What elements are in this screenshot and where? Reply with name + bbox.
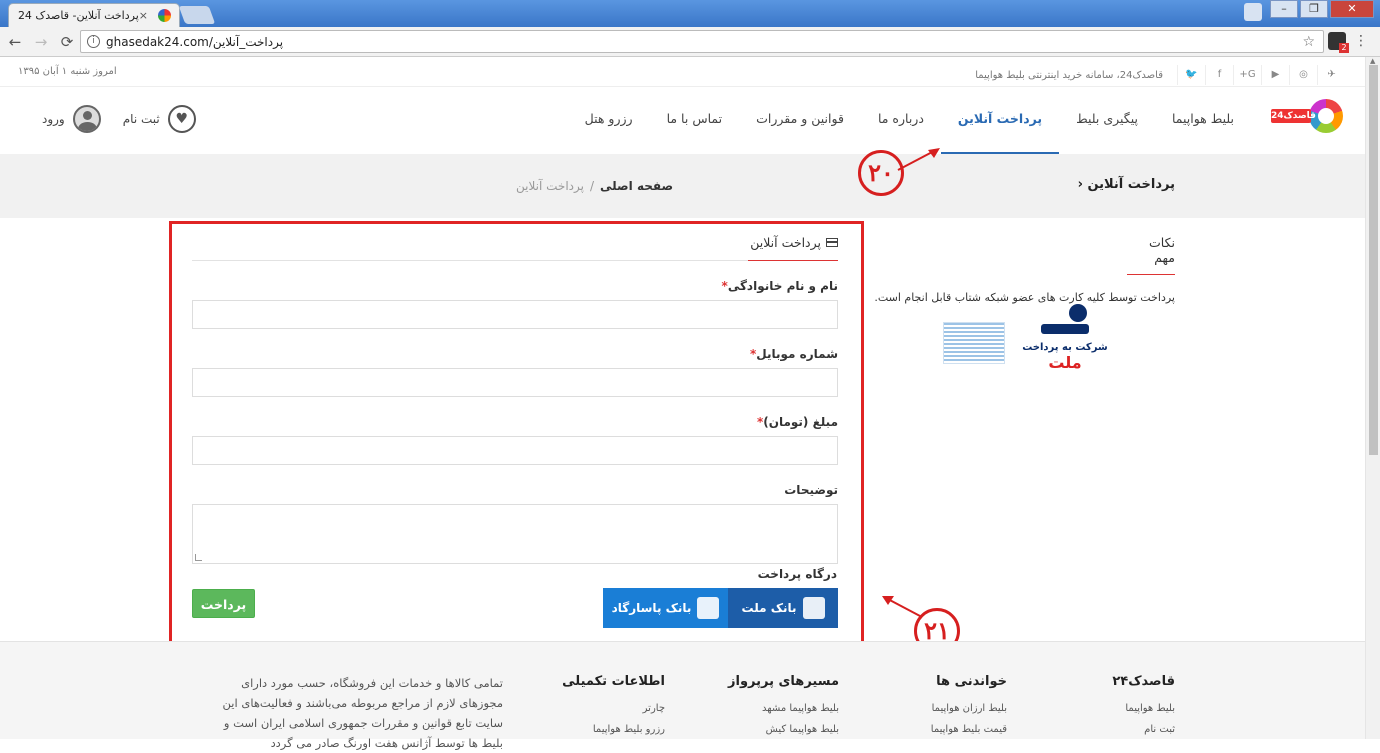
- mobile-label: شماره موبایل*: [750, 347, 838, 361]
- important-notes: نکات مهم پرداخت توسط کلیه کارت های عضو ش…: [874, 232, 1175, 304]
- auth-links: ورود ثبت نام ♥: [42, 105, 196, 133]
- main-navigation: قاصدک24 بلیط هواپیما پیگیری بلیط پرداخت …: [0, 87, 1365, 154]
- footer-col-info: اطلاعات تکمیلی چارتر رزرو بلیط هواپیما: [562, 674, 665, 735]
- twitter-icon[interactable]: 🐦: [1177, 65, 1205, 85]
- topbar-right: ✈ ◎ ▶ G+ f 🐦 قاصدک24، سامانه خرید اینترن…: [975, 65, 1345, 85]
- googleplus-icon[interactable]: G+: [1233, 65, 1261, 85]
- maximize-button[interactable]: ❐: [1300, 0, 1328, 18]
- breadcrumb-home[interactable]: صفحه اصلی: [600, 179, 673, 193]
- payment-gateways: بانک ملت بانک پاسارگاد: [603, 588, 838, 628]
- mellat-logo: شرکت به پرداخت ملت: [1020, 302, 1110, 386]
- breadcrumb: صفحه اصلی / پرداخت آنلاین: [516, 179, 673, 193]
- site-logo[interactable]: قاصدک24: [1271, 99, 1343, 133]
- url-bar[interactable]: i ghasedak24.com/پرداخت_آنلاین ☆: [80, 30, 1324, 53]
- footer-col-reading: خواندنی ها بلیط ارزان هواپیما قیمت بلیط …: [930, 674, 1007, 735]
- description-label: توضیحات: [784, 483, 838, 497]
- profile-icon[interactable]: [1244, 3, 1262, 21]
- gateway-mellat-button[interactable]: بانک ملت: [728, 588, 838, 628]
- annotation-20: ۲۰: [858, 150, 904, 196]
- today-date: امروز شنبه ۱ آبان ۱۳۹۵: [18, 66, 117, 77]
- footer-col-routes: مسیرهای پرپرواز بلیط هواپیما مشهد بلیط ه…: [728, 674, 839, 735]
- footer-link[interactable]: بلیط ارزان هواپیما: [931, 703, 1007, 714]
- pay-button[interactable]: پرداخت: [192, 589, 255, 618]
- breadcrumb-current: پرداخت آنلاین: [516, 179, 584, 193]
- browser-tab[interactable]: × پرداخت آنلاین- قاصدک 24: [8, 3, 180, 27]
- footer-link[interactable]: بلیط هواپیما کیش: [728, 724, 839, 735]
- telegram-icon[interactable]: ✈: [1317, 65, 1345, 85]
- address-toolbar: ← → ⟳ i ghasedak24.com/پرداخت_آنلاین ☆ ⋮: [0, 27, 1380, 57]
- forward-button[interactable]: →: [30, 33, 52, 51]
- form-header: پرداخت آنلاین: [192, 232, 838, 261]
- user-avatar-icon[interactable]: [72, 105, 101, 133]
- mellat-bank-icon: [802, 597, 825, 619]
- pasargad-bank-icon: [697, 597, 720, 619]
- mobile-input[interactable]: [192, 368, 838, 397]
- footer-link[interactable]: چارتر: [562, 703, 665, 714]
- extension-icon[interactable]: [1328, 32, 1349, 53]
- new-tab-button[interactable]: [178, 6, 216, 24]
- nav-item-hotel[interactable]: رزرو هتل: [568, 87, 650, 154]
- footer-col-ghasedak: قاصدک۲۴ بلیط هواپیما ثبت نام: [1112, 674, 1175, 735]
- amount-input[interactable]: [192, 436, 838, 465]
- login-link[interactable]: ورود: [42, 112, 65, 126]
- site-info-icon[interactable]: i: [87, 35, 100, 48]
- site-topbar: امروز شنبه ۱ آبان ۱۳۹۵ ✈ ◎ ▶ G+ f 🐦 قاصد…: [0, 57, 1365, 87]
- nav-item-rules[interactable]: قوانین و مقررات: [739, 87, 861, 154]
- footer-link[interactable]: ثبت نام: [1112, 724, 1175, 735]
- nav-item-flight-ticket[interactable]: بلیط هواپیما: [1155, 87, 1251, 154]
- logo-wordmark: قاصدک24: [1271, 109, 1316, 123]
- nav-item-online-payment[interactable]: پرداخت آنلاین: [940, 87, 1060, 154]
- youtube-icon[interactable]: ▶: [1261, 65, 1289, 85]
- minimize-button[interactable]: –: [1270, 0, 1298, 18]
- browser-menu-icon[interactable]: ⋮: [1354, 33, 1368, 49]
- mellat-emblem-icon: [1035, 302, 1095, 342]
- payment-form: پرداخت آنلاین نام و نام خانوادگی* شماره …: [192, 232, 838, 564]
- browser-tab-strip: × پرداخت آنلاین- قاصدک 24 – ❐ ✕: [0, 0, 1380, 27]
- site-tagline: قاصدک24، سامانه خرید اینترنتی بلیط هواپی…: [975, 69, 1163, 81]
- credit-card-icon: [826, 238, 838, 247]
- instagram-icon[interactable]: ◎: [1289, 65, 1317, 85]
- nav-item-contact[interactable]: تماس با ما: [650, 87, 740, 154]
- footer-link[interactable]: بلیط هواپیما مشهد: [728, 703, 839, 714]
- footer-link[interactable]: قیمت بلیط هواپیما: [931, 724, 1007, 735]
- name-input[interactable]: [192, 300, 838, 329]
- tab-close-icon[interactable]: ×: [139, 9, 148, 22]
- register-link[interactable]: ثبت نام: [123, 112, 160, 126]
- footer-link[interactable]: رزرو بلیط هواپیما: [562, 724, 665, 735]
- site-favicon-icon: [158, 9, 171, 22]
- pasargad-logo: [943, 322, 1005, 364]
- facebook-icon[interactable]: f: [1205, 65, 1233, 85]
- footer-link[interactable]: بلیط هواپیما: [1112, 703, 1175, 714]
- close-window-button[interactable]: ✕: [1330, 0, 1374, 18]
- site-footer: قاصدک۲۴ بلیط هواپیما ثبت نام خواندنی ها …: [0, 641, 1365, 750]
- page-scrollbar[interactable]: ▲: [1365, 57, 1380, 739]
- scrollbar-thumb[interactable]: [1369, 65, 1378, 455]
- gateway-pasargad-button[interactable]: بانک پاسارگاد: [603, 588, 728, 628]
- name-label: نام و نام خانوادگی*: [721, 279, 838, 293]
- description-textarea[interactable]: [192, 504, 838, 564]
- register-icon[interactable]: ♥: [167, 105, 196, 133]
- reload-button[interactable]: ⟳: [56, 33, 78, 51]
- scroll-up-icon[interactable]: ▲: [1370, 57, 1375, 65]
- amount-label: مبلغ (تومان)*: [756, 415, 838, 429]
- social-links: ✈ ◎ ▶ G+ f 🐦: [1177, 65, 1345, 85]
- gateway-label: درگاه پرداخت: [757, 567, 837, 581]
- page-title: پرداخت آنلاین ‹: [1077, 177, 1175, 192]
- breadcrumb-separator: /: [589, 179, 595, 193]
- page-header-bar: پرداخت آنلاین ‹ صفحه اصلی / پرداخت آنلای…: [0, 154, 1365, 218]
- window-controls: – ❐ ✕: [1270, 0, 1374, 18]
- bookmark-star-icon[interactable]: ☆: [1302, 34, 1315, 50]
- tab-title: پرداخت آنلاین- قاصدک 24: [17, 9, 139, 22]
- footer-about-text: تمامی کالاها و خدمات این فروشگاه، حسب مو…: [222, 676, 503, 750]
- url-text: ghasedak24.com/پرداخت_آنلاین: [106, 34, 284, 49]
- back-button[interactable]: ←: [4, 33, 26, 51]
- notes-header: نکات مهم: [1127, 232, 1175, 275]
- nav-item-track-ticket[interactable]: پیگیری بلیط: [1059, 87, 1155, 154]
